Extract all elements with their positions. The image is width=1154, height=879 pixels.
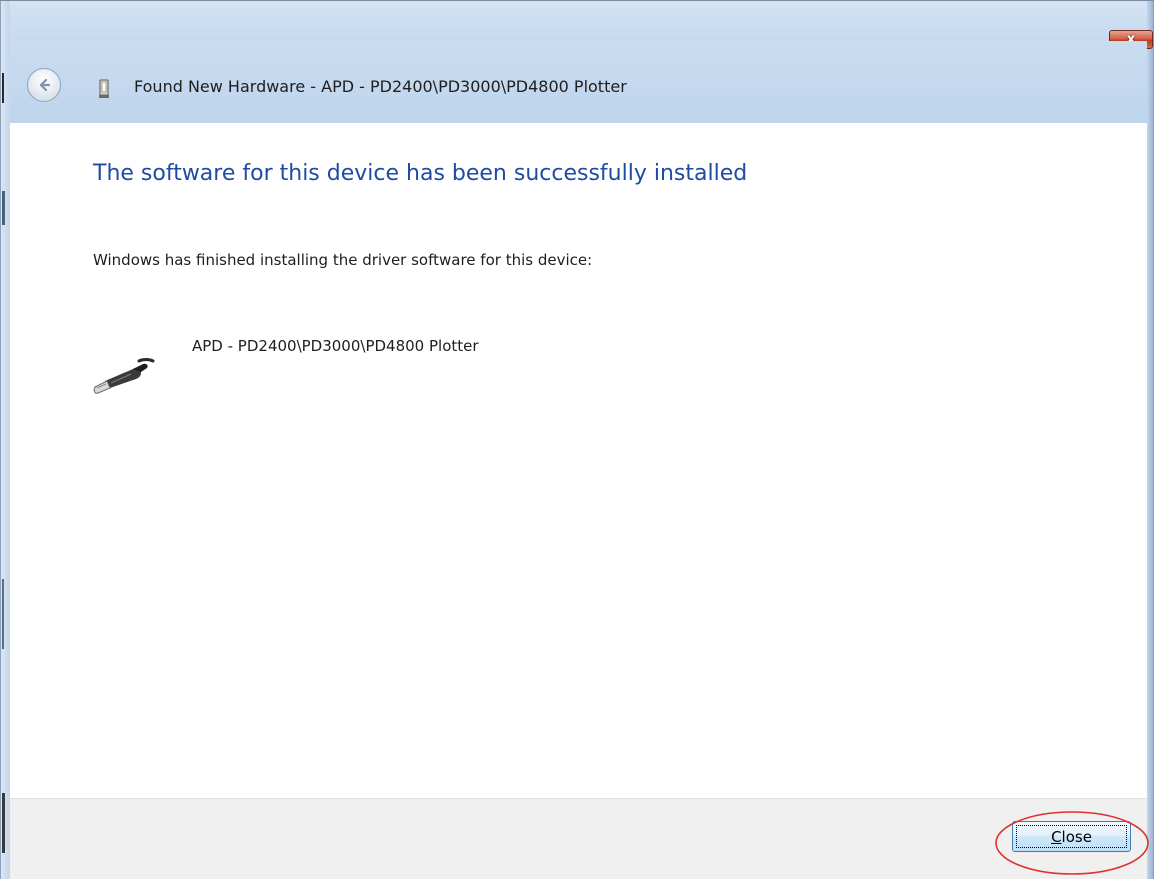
page-title: The software for this device has been su… bbox=[93, 161, 748, 186]
usb-plug-icon bbox=[93, 358, 155, 394]
highlight-ellipse-annotation bbox=[995, 811, 1149, 875]
left-window-edge bbox=[0, 1, 10, 879]
hardware-device-icon bbox=[99, 79, 109, 98]
right-window-edge bbox=[1147, 1, 1154, 879]
back-button[interactable] bbox=[27, 68, 61, 102]
window-title: Found New Hardware - APD - PD2400\PD3000… bbox=[134, 77, 627, 96]
device-name: APD - PD2400\PD3000\PD4800 Plotter bbox=[192, 337, 479, 355]
content-area: The software for this device has been su… bbox=[10, 123, 1147, 798]
status-message: Windows has finished installing the driv… bbox=[93, 251, 593, 269]
found-new-hardware-window: x Found New Hardware - APD - PD2400\PD30… bbox=[0, 0, 1154, 879]
back-arrow-icon bbox=[39, 78, 51, 92]
wizard-header: Found New Hardware - APD - PD2400\PD3000… bbox=[10, 41, 1147, 123]
wizard-footer: Close bbox=[10, 798, 1147, 879]
title-bar: x bbox=[10, 1, 1153, 49]
